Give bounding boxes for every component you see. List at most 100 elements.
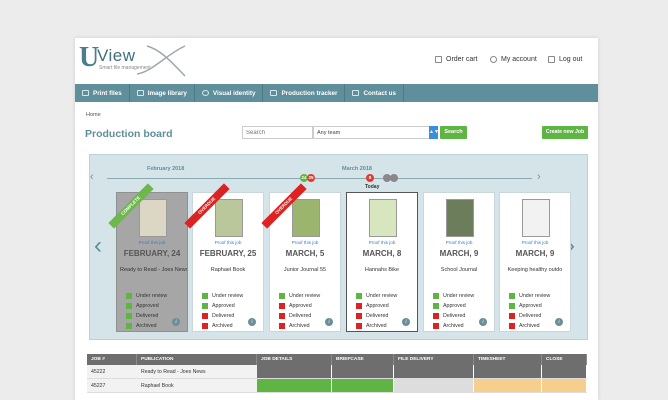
status-row: Under review <box>509 291 550 301</box>
status-square <box>509 313 515 319</box>
status-label: Delivered <box>136 313 159 319</box>
timeline-next-icon[interactable]: › <box>537 171 541 183</box>
stage-cell[interactable] <box>542 365 587 378</box>
order-cart-link[interactable]: Order cart <box>435 56 478 63</box>
stage-cell[interactable] <box>332 365 394 378</box>
status-row: Delivered <box>202 311 243 321</box>
col-job[interactable]: JOB # <box>87 354 137 365</box>
proof-link[interactable]: Proof this job <box>270 240 340 245</box>
status-row: Under review <box>279 291 320 301</box>
publication-name[interactable]: Ready to Read - Joes News <box>137 365 257 378</box>
cover-thumbnail[interactable] <box>292 199 320 237</box>
nav-print-files[interactable]: Print files <box>75 84 130 102</box>
status-square <box>202 313 208 319</box>
status-square <box>279 303 285 309</box>
status-label: Archived <box>443 323 464 329</box>
status-label: Approved <box>366 303 389 309</box>
status-square <box>356 293 362 299</box>
timeline-marker[interactable]: 25 <box>307 174 315 182</box>
info-icon[interactable]: i <box>248 318 256 326</box>
status-square <box>356 313 362 319</box>
job-card[interactable]: OVERDUE Proof this job FEBRUARY, 25 Raphael… <box>184 183 264 332</box>
cover-thumbnail[interactable] <box>369 199 397 237</box>
logo[interactable]: U View Smart file management <box>77 42 197 78</box>
stage-cell[interactable] <box>394 365 474 378</box>
nav-image-library[interactable]: Image library <box>130 84 195 102</box>
app-window: U View Smart file management Order cart … <box>75 38 598 400</box>
stage-cell[interactable] <box>332 379 394 392</box>
status-square <box>126 293 132 299</box>
status-row: Delivered <box>356 311 397 321</box>
page-title: Production board <box>85 128 173 140</box>
publication-name[interactable]: Raphael Book <box>137 379 257 392</box>
info-icon[interactable]: i <box>402 318 410 326</box>
card-title: Ready to Read - Joes News <box>120 267 187 273</box>
status-square <box>279 323 285 329</box>
my-account-link[interactable]: My account <box>490 56 537 63</box>
status-row: Archived <box>279 321 320 331</box>
nav-label: Production tracker <box>281 89 338 97</box>
user-icon <box>490 56 497 63</box>
status-label: Under review <box>212 293 244 299</box>
job-card[interactable]: OVERDUE Proof this job MARCH, 5 Junior Jour… <box>261 183 341 332</box>
stage-cell[interactable] <box>474 379 542 392</box>
log-out-link[interactable]: Log out <box>548 56 582 63</box>
table-row[interactable]: 45227 Raphael Book <box>87 379 587 393</box>
job-number[interactable]: 45222 <box>87 365 137 378</box>
status-label: Archived <box>289 323 310 329</box>
stage-cell[interactable] <box>474 365 542 378</box>
breadcrumb[interactable]: Home <box>86 112 101 118</box>
board-prev-icon[interactable]: ‹ <box>94 232 102 260</box>
proof-link[interactable]: Proof this job <box>117 240 187 245</box>
table-row[interactable]: 45222 Ready to Read - Joes News <box>87 365 587 379</box>
team-select[interactable]: Any team <box>313 126 438 139</box>
cover-thumbnail[interactable] <box>215 199 243 237</box>
card-title: Junior Journal 55 <box>283 267 327 273</box>
proof-link[interactable]: Proof this job <box>500 240 570 245</box>
status-label: Delivered <box>289 313 312 319</box>
status-square <box>433 303 439 309</box>
status-label: Approved <box>519 303 542 309</box>
timeline-marker[interactable] <box>390 174 398 182</box>
job-card[interactable]: COMPLETE Proof this job FEBRUARY, 24 Ready … <box>108 183 188 332</box>
cover-thumbnail[interactable] <box>522 199 550 237</box>
nav-contact-us[interactable]: Contact us <box>345 84 405 102</box>
job-card[interactable]: Proof this job MARCH, 9 School Journal Unde… <box>423 192 495 332</box>
job-card[interactable]: Proof this job MARCH, 9 Keeping healthy ou… <box>499 192 571 332</box>
logo-text: View <box>97 46 136 65</box>
status-square <box>509 303 515 309</box>
info-icon[interactable]: i <box>479 318 487 326</box>
stage-cell[interactable] <box>257 365 332 378</box>
proof-link[interactable]: Proof this job <box>424 240 494 245</box>
nav-visual-identity[interactable]: Visual identity <box>195 84 264 102</box>
timeline-marker[interactable]: 8 <box>366 174 374 182</box>
search-button[interactable]: Search <box>440 126 467 139</box>
nav-production-tracker[interactable]: Production tracker <box>263 84 346 102</box>
timeline-prev-icon[interactable]: ‹ <box>90 171 94 183</box>
chevron-down-icon[interactable]: ▲▼ <box>429 126 439 139</box>
stage-cell[interactable] <box>394 379 474 392</box>
status-label: Archived <box>519 323 540 329</box>
col-briefcase[interactable]: BRIEFCASE <box>332 354 394 365</box>
cover-thumbnail[interactable] <box>139 199 167 237</box>
search-input[interactable] <box>242 126 313 139</box>
col-close[interactable]: CLOSE <box>542 354 587 365</box>
col-file-delivery[interactable]: FILE DELIVERY <box>394 354 474 365</box>
info-icon[interactable]: i <box>555 318 563 326</box>
create-job-button[interactable]: Create new Job <box>542 126 588 139</box>
job-number[interactable]: 45227 <box>87 379 137 392</box>
col-job-details[interactable]: JOB DETAILS <box>257 354 332 365</box>
col-timesheet[interactable]: TIMESHEET <box>474 354 542 365</box>
col-publication[interactable]: PUBLICATION <box>137 354 257 365</box>
stage-cell[interactable] <box>257 379 332 392</box>
status-square <box>509 323 515 329</box>
order-cart-label: Order cart <box>446 56 478 63</box>
job-card[interactable]: Proof this job MARCH, 8 Hannahs Bike Under … <box>346 192 418 332</box>
status-square <box>126 303 132 309</box>
info-icon[interactable]: i <box>325 318 333 326</box>
stage-cell[interactable] <box>542 379 587 392</box>
proof-link[interactable]: Proof this job <box>347 240 417 245</box>
proof-link[interactable]: Proof this job <box>193 240 263 245</box>
cover-thumbnail[interactable] <box>446 199 474 237</box>
info-icon[interactable]: i <box>172 318 180 326</box>
